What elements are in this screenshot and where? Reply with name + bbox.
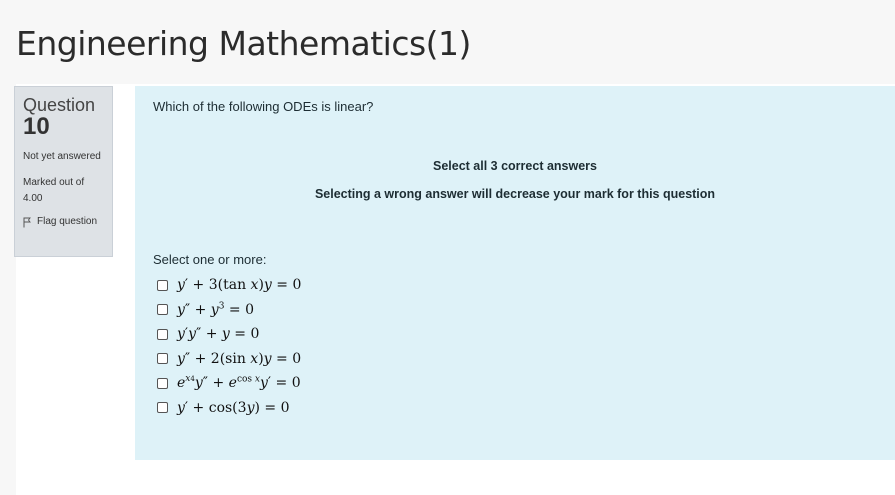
answer-checkbox-1[interactable] bbox=[157, 279, 168, 291]
question-label: Question bbox=[23, 95, 96, 115]
answer-list: y′ + 3(tan x)y = 0 y″ + y3 = 0 y′y″ + y … bbox=[157, 273, 301, 420]
page-title: Engineering Mathematics(1) bbox=[16, 24, 471, 63]
instruction-select-count: Select all 3 correct answers bbox=[433, 159, 597, 173]
answer-checkbox-4[interactable] bbox=[157, 353, 168, 364]
question-formulation: Which of the following ODEs is linear? S… bbox=[135, 86, 895, 460]
answer-label-1[interactable]: y′ + 3(tan x)y = 0 bbox=[177, 277, 301, 293]
flag-question-button[interactable]: Flag question bbox=[23, 215, 104, 229]
instructions: Select all 3 correct answers Selecting a… bbox=[135, 152, 895, 208]
answer-label-6[interactable]: y′ + cos(3y) = 0 bbox=[177, 400, 289, 416]
question-state: Not yet answered bbox=[23, 151, 101, 162]
question-info-panel: Question 10 Not yet answered Marked out … bbox=[14, 86, 113, 257]
flag-question-label: Flag question bbox=[37, 216, 98, 227]
answer-checkbox-6[interactable] bbox=[157, 402, 168, 413]
answer-option-3[interactable]: y′y″ + y = 0 bbox=[157, 322, 301, 346]
answer-option-2[interactable]: y″ + y3 = 0 bbox=[157, 298, 301, 322]
answer-checkbox-3[interactable] bbox=[157, 328, 168, 340]
answer-checkbox-5[interactable] bbox=[157, 377, 168, 389]
instruction-penalty: Selecting a wrong answer will decrease y… bbox=[314, 187, 716, 201]
question-mark: Marked out of 4.00 bbox=[23, 177, 85, 204]
answer-label-3[interactable]: y′y″ + y = 0 bbox=[177, 326, 259, 342]
answer-prompt: Select one or more: bbox=[153, 252, 267, 267]
answer-option-1[interactable]: y′ + 3(tan x)y = 0 bbox=[157, 273, 301, 297]
answer-option-5[interactable]: ex4y″ + ecos xy′ = 0 bbox=[157, 371, 301, 395]
flag-icon bbox=[23, 217, 31, 227]
answer-option-4[interactable]: y″ + 2(sin x)y = 0 bbox=[157, 347, 301, 371]
answer-label-5[interactable]: ex4y″ + ecos xy′ = 0 bbox=[177, 375, 301, 391]
question-number: 10 bbox=[23, 113, 50, 140]
answer-label-4[interactable]: y″ + 2(sin x)y = 0 bbox=[177, 351, 301, 367]
answer-checkbox-2[interactable] bbox=[157, 304, 168, 315]
question-text: Which of the following ODEs is linear? bbox=[153, 99, 374, 114]
answer-label-2[interactable]: y″ + y3 = 0 bbox=[177, 301, 254, 317]
answer-option-6[interactable]: y′ + cos(3y) = 0 bbox=[157, 396, 301, 420]
